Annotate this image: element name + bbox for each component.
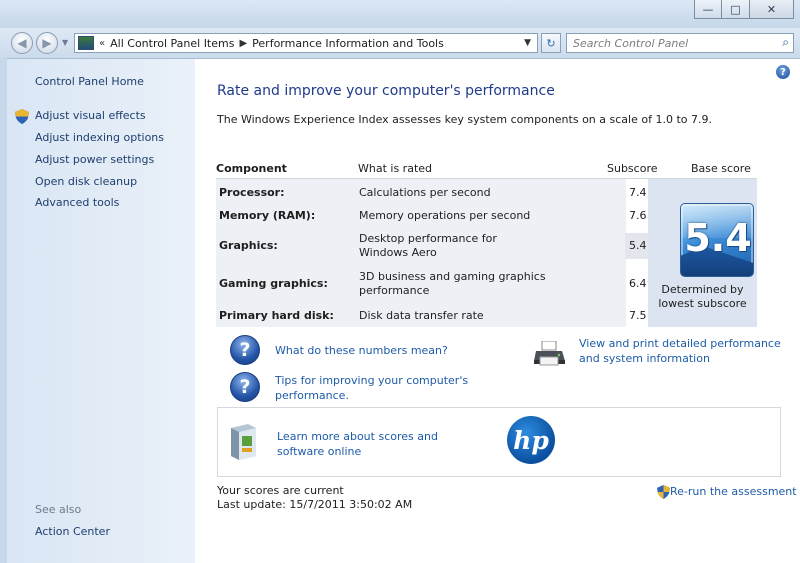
shield-icon <box>15 109 29 124</box>
row-what: Desktop performance for Windows Aero <box>359 232 497 259</box>
question-icon: ? <box>230 372 260 402</box>
status-current: Your scores are current <box>217 484 344 497</box>
link-print-details[interactable]: View and print detailed performance and … <box>579 336 789 366</box>
header-base-score: Base score <box>691 162 751 175</box>
breadcrumb-separator-icon[interactable]: ▶ <box>239 38 247 49</box>
header-component: Component <box>216 162 287 175</box>
subscore-value: 5.4 <box>629 239 647 252</box>
oem-info-box: Learn more about scores and software onl… <box>217 407 781 477</box>
breadcrumb-overflow[interactable]: « <box>99 38 105 49</box>
sidebar: Control Panel Home Adjust visual effects… <box>7 58 195 563</box>
refresh-button[interactable]: ↻ <box>541 33 561 53</box>
sidebar-item-power[interactable]: Adjust power settings <box>35 153 154 166</box>
search-icon[interactable]: ⌕ <box>782 35 789 50</box>
row-what: 3D business and gaming graphics performa… <box>359 270 546 297</box>
see-also-label: See also <box>35 503 82 516</box>
breadcrumb-performance[interactable]: Performance Information and Tools <box>252 37 444 50</box>
row-component: Gaming graphics: <box>219 277 328 290</box>
row-component: Memory (RAM): <box>219 209 316 222</box>
software-box-icon <box>231 424 256 460</box>
row-component: Processor: <box>219 186 285 199</box>
search-input[interactable]: Search Control Panel ⌕ <box>566 33 794 53</box>
rerun-label[interactable]: Re-run the assessment <box>670 484 797 499</box>
back-button[interactable]: ◀ <box>11 32 33 54</box>
subscore-value: 7.6 <box>629 209 647 222</box>
recent-pages-dropdown[interactable]: ▼ <box>62 38 68 47</box>
title-bar: — □ ✕ <box>0 0 800 28</box>
status-last-update: Last update: 15/7/2011 3:50:02 AM <box>217 498 413 511</box>
main-content: ? Rate and improve your computer's perfo… <box>195 58 800 563</box>
control-panel-icon <box>78 36 94 50</box>
intro-text: The Windows Experience Index assesses ke… <box>217 113 712 126</box>
base-score-panel: 5.4 Determined by lowest subscore <box>648 179 757 327</box>
base-score-caption: Determined by lowest subscore <box>658 283 747 310</box>
table-header: Component What is rated Subscore Base sc… <box>216 155 757 179</box>
link-tips[interactable]: Tips for improving your computer's perfo… <box>275 373 475 403</box>
row-component: Primary hard disk: <box>219 309 334 322</box>
minimize-button[interactable]: — <box>694 0 722 19</box>
sidebar-item-disk-cleanup[interactable]: Open disk cleanup <box>35 175 137 188</box>
row-what: Calculations per second <box>359 186 491 199</box>
window-controls: — □ ✕ <box>694 0 794 19</box>
header-what: What is rated <box>358 162 433 175</box>
help-icon[interactable]: ? <box>776 65 790 79</box>
sidebar-item-action-center[interactable]: Action Center <box>35 525 110 538</box>
refresh-icon: ↻ <box>546 36 556 50</box>
sidebar-item-advanced-tools[interactable]: Advanced tools <box>35 196 119 209</box>
hp-logo[interactable]: hp <box>507 416 555 464</box>
search-placeholder: Search Control Panel <box>573 36 689 50</box>
printer-icon <box>534 341 565 366</box>
link-learn-more[interactable]: Learn more about scores and software onl… <box>277 429 477 459</box>
subscore-value: 7.5 <box>629 309 647 322</box>
address-dropdown-icon[interactable]: ▼ <box>524 38 531 48</box>
sidebar-item-visual-effects[interactable]: Adjust visual effects <box>35 109 146 122</box>
subscore-value: 7.4 <box>629 186 647 199</box>
rerun-link[interactable]: Re-run the assessment <box>657 484 797 499</box>
row-component: Graphics: <box>219 239 278 252</box>
shield-icon <box>657 484 670 499</box>
subscore-value: 6.4 <box>629 277 647 290</box>
status-block: Your scores are current Last update: 15/… <box>217 484 412 512</box>
page-title: Rate and improve your computer's perform… <box>217 83 555 99</box>
table-body: Processor: Calculations per second Memor… <box>216 179 626 327</box>
forward-button[interactable]: ▶ <box>36 32 58 54</box>
sidebar-item-home[interactable]: Control Panel Home <box>35 75 144 88</box>
header-subscore: Subscore <box>607 162 658 175</box>
breadcrumb-all-items[interactable]: All Control Panel Items <box>110 37 234 50</box>
link-numbers-meaning[interactable]: What do these numbers mean? <box>275 343 448 358</box>
back-icon: ◀ <box>17 36 27 50</box>
score-table: Component What is rated Subscore Base sc… <box>216 155 757 327</box>
forward-icon: ▶ <box>42 36 52 50</box>
sidebar-item-indexing[interactable]: Adjust indexing options <box>35 131 164 144</box>
maximize-button[interactable]: □ <box>722 0 750 19</box>
question-icon: ? <box>230 335 260 365</box>
close-button[interactable]: ✕ <box>750 0 794 19</box>
base-score-badge: 5.4 <box>680 203 754 277</box>
address-toolbar: ◀ ▶ ▼ « All Control Panel Items ▶ Perfor… <box>0 28 800 58</box>
row-what: Disk data transfer rate <box>359 309 484 322</box>
row-what: Memory operations per second <box>359 209 531 222</box>
base-score-value: 5.4 <box>684 216 752 260</box>
address-bar[interactable]: « All Control Panel Items ▶ Performance … <box>74 33 538 53</box>
